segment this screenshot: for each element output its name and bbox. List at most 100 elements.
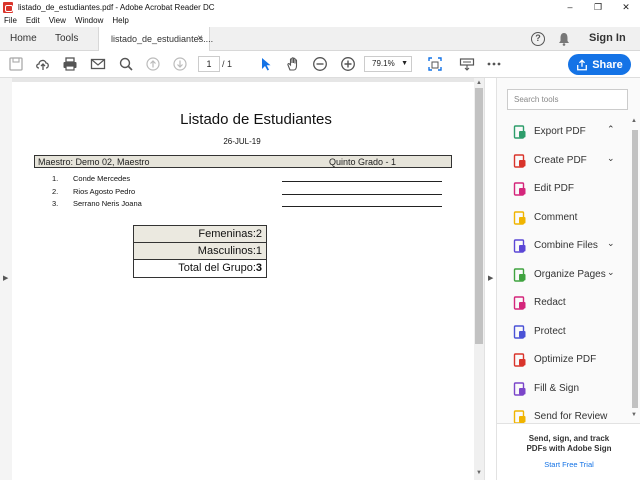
list-item: 1. Conde Mercedes	[52, 173, 452, 186]
chevron-up-icon[interactable]: ⌃	[607, 124, 615, 135]
tool-label: Comment	[534, 211, 578, 223]
bell-icon[interactable]	[558, 32, 570, 46]
teacher-header: Maestro: Demo 02, Maestro Quinto Grado -…	[34, 155, 452, 168]
signature-line	[282, 193, 442, 195]
tool-item[interactable]: Edit PDF	[497, 175, 631, 204]
tool-label: Edit PDF	[534, 183, 575, 194]
tool-item[interactable]: Export PDF ⌃	[497, 118, 631, 147]
tool-label: Redact	[534, 297, 566, 308]
close-tab-icon[interactable]: ×	[197, 33, 203, 44]
scroll-up-icon[interactable]: ▲	[476, 80, 482, 86]
tool-item[interactable]: Protect	[497, 318, 631, 347]
summary-table: Femeninas:2 Masculinos:1 Total del Grupo…	[133, 225, 267, 278]
student-number: 3.	[52, 199, 59, 208]
student-name: Conde Mercedes	[73, 174, 131, 183]
share-icon	[577, 58, 588, 70]
list-item: 2. Rios Agosto Pedro	[52, 186, 452, 199]
collapse-right-icon: ▶	[488, 275, 494, 282]
keyboard-icon[interactable]	[458, 56, 476, 72]
total-label: Total del Grupo:	[178, 262, 256, 274]
left-pane-toggle[interactable]: ▶	[0, 78, 12, 480]
optimize-pdf-icon	[513, 353, 526, 367]
page-number-input[interactable]: 1	[198, 56, 220, 72]
tool-label: Fill & Sign	[534, 382, 580, 394]
upload-cloud-icon[interactable]	[34, 56, 52, 72]
scroll-up-icon[interactable]: ▲	[631, 118, 637, 124]
tool-item[interactable]: Combine Files ⌄	[497, 232, 631, 261]
tab-home[interactable]: Home	[10, 33, 37, 44]
print-icon[interactable]	[61, 56, 79, 72]
tool-item[interactable]: Fill & Sign	[497, 375, 631, 404]
next-page-icon[interactable]	[171, 56, 189, 72]
chevron-down-icon[interactable]: ⌄	[607, 267, 615, 278]
hand-tool-icon[interactable]	[284, 56, 302, 72]
female-count: Femeninas:2	[134, 226, 266, 243]
menu-edit[interactable]: Edit	[26, 16, 40, 25]
tools-scrollbar[interactable]: ▲ ▼	[631, 118, 639, 423]
signature-line	[282, 206, 442, 207]
tool-list: Export PDF ⌃ Create PDF ⌄ Edit PDF Comment Com…	[497, 118, 631, 432]
document-title: Listado de Estudiantes	[180, 111, 332, 128]
help-icon[interactable]: ?	[531, 32, 545, 46]
document-viewport[interactable]: Listado de Estudiantes 26-JUL-19 Maestro…	[12, 78, 474, 480]
document-date: 26-JUL-19	[223, 137, 261, 146]
search-zoom-icon[interactable]	[117, 56, 135, 72]
tab-tools[interactable]: Tools	[55, 33, 78, 44]
menu-file[interactable]: File	[4, 16, 17, 25]
save-icon[interactable]	[7, 56, 25, 72]
right-pane-toggle[interactable]: ▶	[484, 78, 496, 480]
previous-page-icon[interactable]	[144, 56, 162, 72]
tool-label: Optimize PDF	[534, 354, 597, 365]
email-icon[interactable]	[89, 56, 107, 72]
close-window-button[interactable]: ✕	[612, 0, 640, 14]
zoom-level-value: 79.1%	[372, 59, 395, 68]
student-number: 2.	[52, 186, 59, 196]
document-scrollbar[interactable]: ▲ ▼	[474, 78, 484, 480]
zoom-level-dropdown[interactable]: 79.1% ▼	[364, 56, 412, 72]
more-options-icon[interactable]	[485, 56, 503, 72]
student-name: Rios Agosto Pedro	[73, 186, 136, 196]
tool-item[interactable]: Redact	[497, 289, 631, 318]
sign-in-button[interactable]: Sign In	[589, 32, 626, 44]
share-button[interactable]: Share	[568, 54, 631, 75]
scroll-down-icon[interactable]: ▼	[631, 412, 637, 418]
tool-item[interactable]: Comment	[497, 204, 631, 233]
minimize-button[interactable]: –	[556, 0, 584, 14]
tool-item[interactable]: Optimize PDF	[497, 346, 631, 375]
adobe-sign-promo: Send, sign, and track PDFs with Adobe Sig…	[497, 423, 640, 480]
redact-icon	[513, 296, 526, 310]
scrollbar-thumb[interactable]	[632, 130, 638, 408]
teacher-name: Maestro: Demo 02, Maestro	[38, 157, 150, 167]
menu-view[interactable]: View	[49, 16, 66, 25]
scroll-down-icon[interactable]: ▼	[476, 470, 482, 476]
combine-files-icon	[513, 239, 526, 253]
window-title: listado_de_estudiantes.pdf - Adobe Acrob…	[18, 2, 215, 12]
tool-item[interactable]: Create PDF ⌄	[497, 147, 631, 176]
menu-help[interactable]: Help	[112, 16, 128, 25]
total-value: 3	[255, 262, 262, 274]
tool-label: Combine Files	[534, 240, 598, 251]
start-free-trial-link[interactable]: Start Free Trial	[497, 460, 640, 469]
toolbar: 1 / 1 79.1% ▼ Share	[0, 51, 640, 78]
zoom-out-icon[interactable]	[311, 56, 329, 72]
chevron-down-icon[interactable]: ⌄	[607, 238, 615, 249]
select-cursor-icon[interactable]	[257, 56, 275, 72]
maximize-button[interactable]: ❐	[584, 0, 612, 14]
promo-line-1: Send, sign, and track	[528, 434, 610, 443]
tab-document[interactable]: listado_de_estudiantes.... ×	[98, 27, 213, 52]
chevron-down-icon[interactable]: ⌄	[607, 153, 615, 164]
send-review-icon	[513, 410, 526, 424]
expand-left-icon: ▶	[3, 275, 9, 282]
grade-label: Quinto Grado - 1	[329, 157, 397, 167]
search-tools-input[interactable]: Search tools	[507, 89, 628, 110]
pdf-page: Listado de Estudiantes 26-JUL-19 Maestro…	[12, 82, 474, 480]
fit-page-icon[interactable]	[426, 56, 444, 72]
tool-item[interactable]: Organize Pages ⌄	[497, 261, 631, 290]
zoom-in-icon[interactable]	[339, 56, 357, 72]
menu-window[interactable]: Window	[75, 16, 103, 25]
page-total: / 1	[222, 59, 233, 69]
scrollbar-thumb[interactable]	[475, 88, 483, 344]
tab-bar: Home Tools listado_de_estudiantes.... × …	[0, 27, 640, 52]
title-bar: listado_de_estudiantes.pdf - Adobe Acrob…	[0, 0, 640, 14]
window-controls: – ❐ ✕	[556, 0, 640, 14]
